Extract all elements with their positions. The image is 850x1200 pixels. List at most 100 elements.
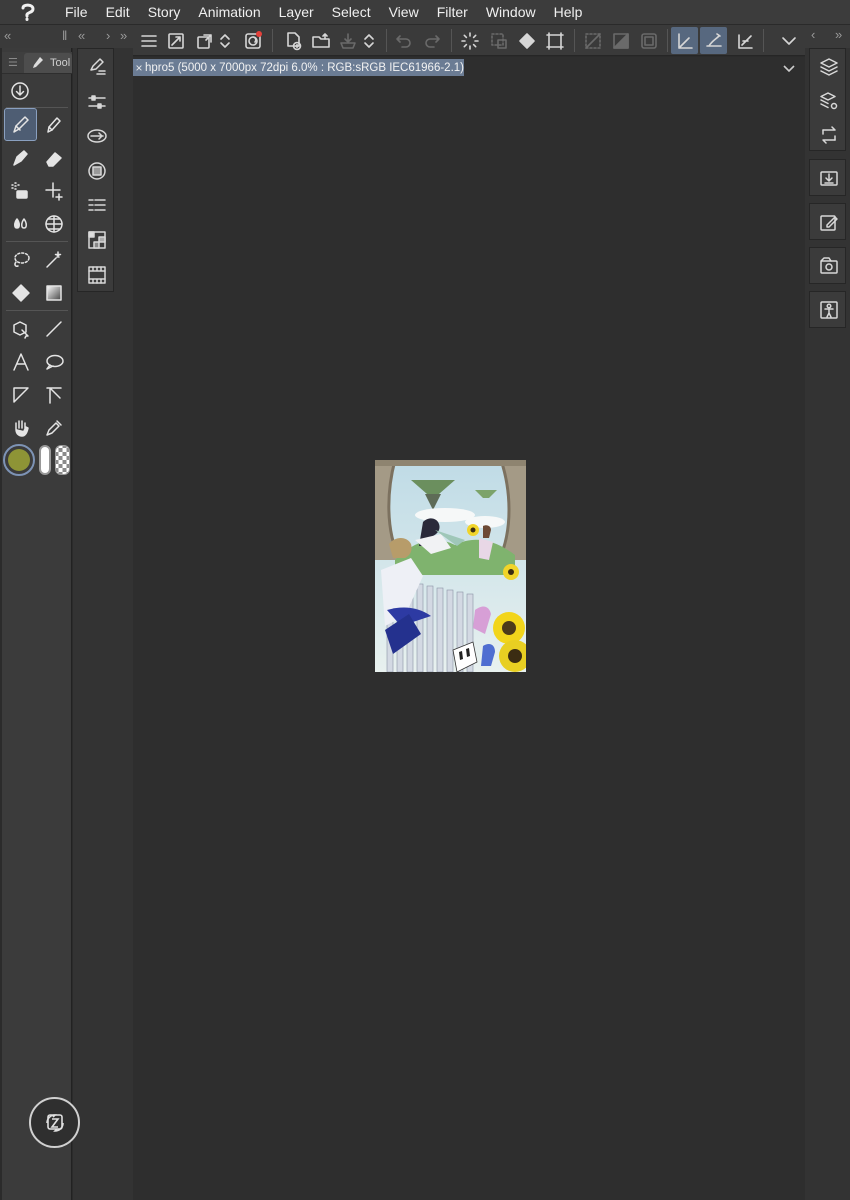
reference-layer-icon[interactable]	[239, 27, 266, 54]
close-document-icon[interactable]: ×	[133, 61, 145, 75]
operation-object-icon[interactable]	[5, 313, 36, 344]
layer-property-icon[interactable]	[814, 86, 843, 115]
mesh-transform-icon[interactable]	[38, 208, 69, 239]
clip-layer-icon[interactable]	[607, 27, 634, 54]
transparent-color-swatch[interactable]	[55, 445, 70, 475]
airbrush-tool-icon[interactable]	[5, 175, 36, 206]
panel-menu-icon[interactable]: ☰	[8, 56, 20, 69]
collapse-right-left-icon[interactable]: ‹	[811, 27, 815, 42]
scroll-updown-icon-2[interactable]	[359, 27, 379, 54]
menu-select[interactable]: Select	[323, 0, 380, 25]
eyedropper-tool-icon[interactable]	[38, 412, 69, 443]
blend-tool-icon[interactable]	[5, 208, 36, 239]
undo-icon[interactable]	[390, 27, 417, 54]
main-color-swatch[interactable]	[3, 444, 35, 476]
fill-tool-icon[interactable]	[5, 277, 36, 308]
main-color-fill	[8, 449, 30, 471]
accessibility-group	[809, 291, 846, 328]
notification-dot	[256, 31, 262, 37]
redo-icon[interactable]	[418, 27, 445, 54]
quick-access-toggle-button[interactable]	[29, 1097, 80, 1148]
hamburger-menu-icon[interactable]	[135, 27, 162, 54]
tab-tool-label: Tool	[50, 56, 71, 69]
snap-grid-icon[interactable]	[731, 27, 758, 54]
lasso-tool-icon[interactable]	[5, 244, 36, 275]
brush-size-icon[interactable]	[82, 121, 111, 150]
clip-studio-logo-icon[interactable]	[0, 0, 56, 25]
menu-bar: File Edit Story Animation Layer Select V…	[0, 0, 850, 25]
timeline-film-icon[interactable]	[82, 260, 111, 289]
tool-property-sliders-icon[interactable]	[82, 87, 111, 116]
eraser-tool-icon[interactable]	[38, 142, 69, 173]
text-tool-icon[interactable]	[5, 346, 36, 377]
fit-canvas-icon[interactable]	[162, 27, 189, 54]
chevron-down-icon[interactable]	[779, 59, 799, 76]
sparkle-effect-icon[interactable]	[38, 175, 69, 206]
scroll-updown-icon[interactable]	[215, 27, 235, 54]
sub-color-swatch[interactable]	[39, 445, 51, 475]
expand-right-icon[interactable]: ›	[106, 25, 110, 48]
hand-tool-icon[interactable]	[5, 412, 36, 443]
menu-animation[interactable]: Animation	[189, 0, 269, 25]
magic-wand-icon[interactable]	[38, 244, 69, 275]
menu-story[interactable]: Story	[139, 0, 190, 25]
toolbar-separator	[667, 29, 668, 52]
tool-separator	[6, 107, 68, 108]
fill-bucket-icon[interactable]	[513, 27, 540, 54]
new-file-icon[interactable]	[279, 27, 306, 54]
dock-divider-grip[interactable]: ‖	[62, 25, 67, 48]
snap-ruler-icon[interactable]	[671, 27, 698, 54]
menu-layer[interactable]: Layer	[270, 0, 323, 25]
color-circle-icon[interactable]	[82, 156, 111, 185]
hide-selection-icon[interactable]	[579, 27, 606, 54]
material-group	[809, 247, 846, 284]
layer-move-icon[interactable]	[191, 27, 218, 54]
save-icon[interactable]	[334, 27, 361, 54]
artwork-canvas[interactable]	[375, 460, 526, 672]
layer-palette-group	[809, 48, 846, 151]
edit-document-icon[interactable]	[814, 207, 843, 236]
material-folder-icon[interactable]	[814, 251, 843, 280]
right-dock	[805, 48, 850, 1200]
document-tab[interactable]: × hpro5 (5000 x 7000px 72dpi 6.0% : RGB:…	[133, 59, 464, 76]
frame-border-icon[interactable]	[5, 379, 36, 410]
transform-icon[interactable]	[541, 27, 568, 54]
clear-selection-icon[interactable]	[485, 27, 512, 54]
canvas-area[interactable]: × hpro5 (5000 x 7000px 72dpi 6.0% : RGB:…	[133, 57, 805, 1200]
import-group	[809, 159, 846, 196]
download-circle-icon[interactable]	[4, 75, 35, 106]
pen-tool-icon[interactable]	[4, 108, 37, 141]
balloon-tool-icon[interactable]	[38, 346, 69, 377]
menu-window[interactable]: Window	[477, 0, 545, 25]
fountain-pen-icon[interactable]	[5, 142, 36, 173]
auto-action-icon[interactable]	[814, 120, 843, 149]
import-download-icon[interactable]	[814, 163, 843, 192]
expand-right-dock-icon[interactable]: »	[835, 27, 842, 42]
color-set-icon[interactable]	[82, 191, 111, 220]
menu-view[interactable]: View	[380, 0, 428, 25]
3d-figure-icon[interactable]	[814, 295, 843, 324]
reference-icon[interactable]	[635, 27, 662, 54]
subtool-pen-icon[interactable]	[82, 52, 111, 81]
chevron-down-icon[interactable]	[775, 27, 802, 54]
menu-file[interactable]: File	[56, 0, 97, 25]
collapse-left-icon[interactable]: «	[4, 25, 11, 48]
gradient-tool-icon[interactable]	[38, 277, 69, 308]
layers-icon[interactable]	[814, 52, 843, 81]
menu-filter[interactable]: Filter	[428, 0, 477, 25]
toolbar-separator	[386, 29, 387, 52]
menu-edit[interactable]: Edit	[97, 0, 139, 25]
ruler-tool-icon[interactable]	[38, 379, 69, 410]
snap-special-ruler-icon[interactable]	[700, 27, 727, 54]
line-tool-icon[interactable]	[38, 313, 69, 344]
toolbar-separator	[451, 29, 452, 52]
toolbar-separator	[763, 29, 764, 52]
expand-far-icon[interactable]: »	[120, 25, 127, 48]
loading-spinner-icon[interactable]	[456, 27, 483, 54]
collapse-subdock-icon[interactable]: «	[78, 25, 85, 48]
tab-tool[interactable]: Tool	[24, 52, 72, 73]
open-folder-icon[interactable]	[307, 27, 334, 54]
pencil-tool-icon[interactable]	[38, 109, 69, 140]
intermediate-color-icon[interactable]	[82, 225, 111, 254]
menu-help[interactable]: Help	[545, 0, 592, 25]
